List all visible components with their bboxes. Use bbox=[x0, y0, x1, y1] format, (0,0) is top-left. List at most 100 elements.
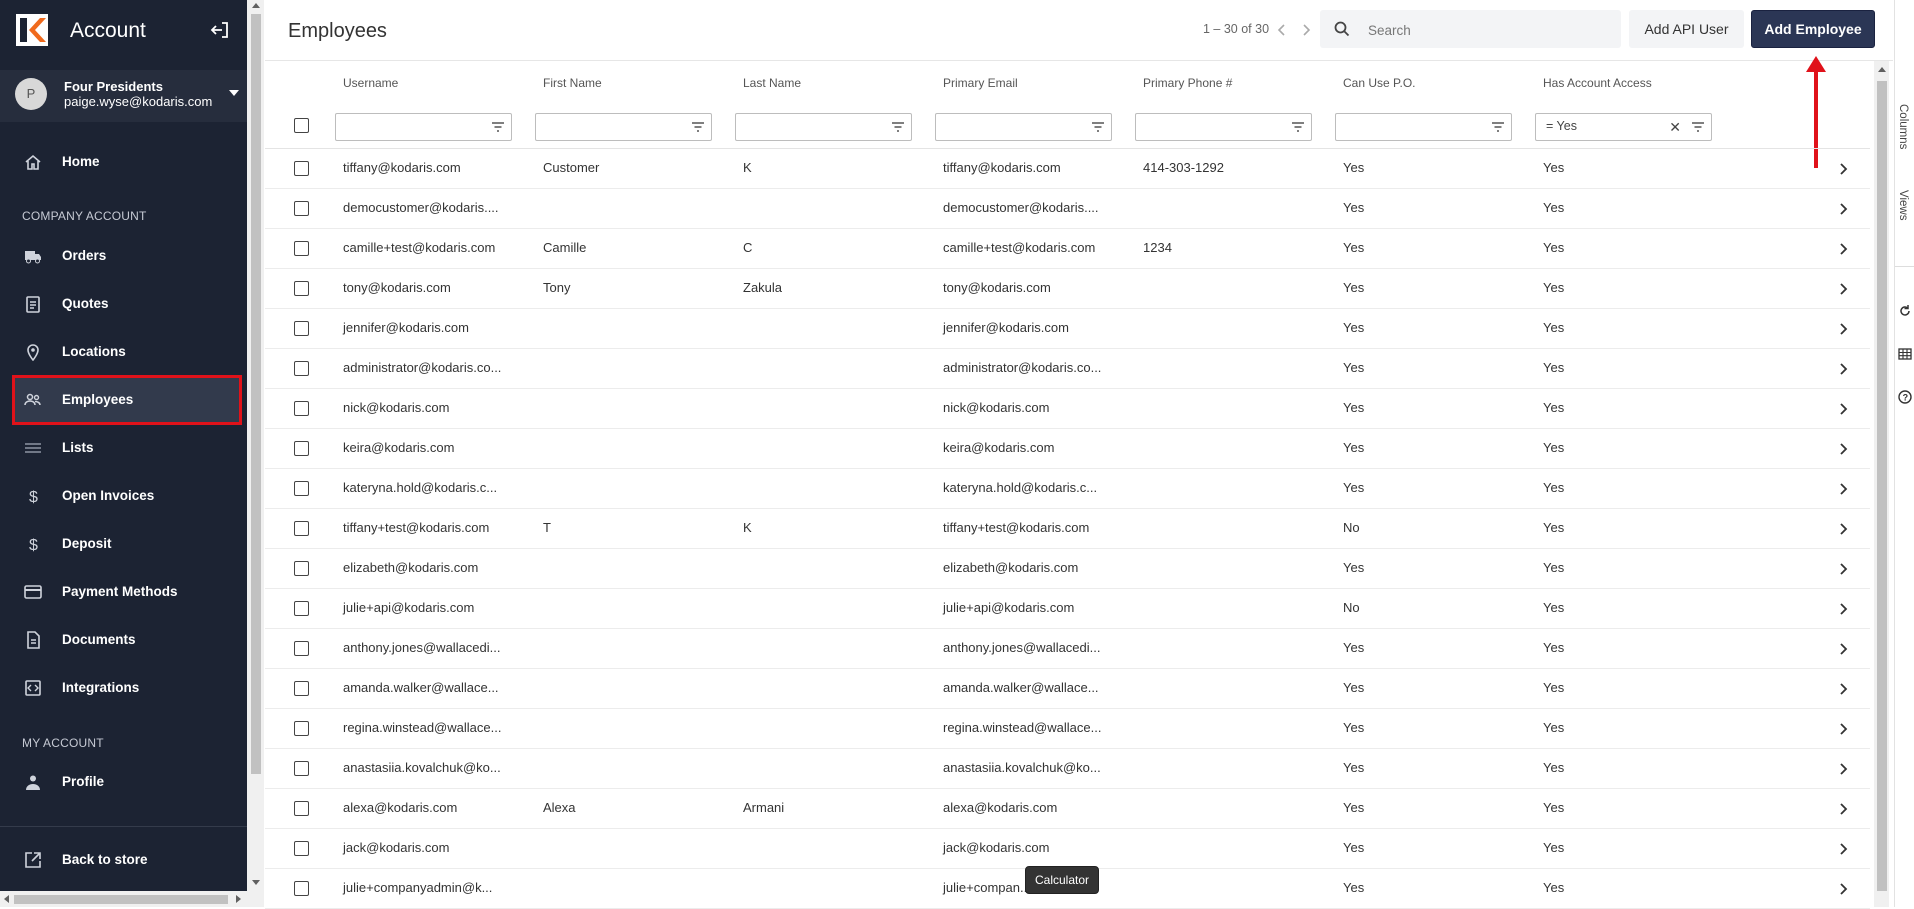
row-checkbox[interactable] bbox=[294, 161, 309, 176]
scroll-up-arrow-icon[interactable] bbox=[252, 3, 260, 8]
search-input[interactable] bbox=[1366, 18, 1610, 42]
scroll-down-arrow-icon[interactable] bbox=[252, 880, 260, 885]
chevron-right-icon[interactable] bbox=[1839, 442, 1849, 456]
filter-icon[interactable] bbox=[1691, 120, 1705, 134]
sidebar-item-locations[interactable]: Locations bbox=[14, 329, 240, 375]
chevron-right-icon[interactable] bbox=[1839, 682, 1849, 696]
scrollbar-thumb[interactable] bbox=[14, 895, 228, 904]
row-checkbox[interactable] bbox=[294, 281, 309, 296]
sidebar-horizontal-scrollbar[interactable] bbox=[0, 891, 247, 907]
row-checkbox[interactable] bbox=[294, 361, 309, 376]
column-header-username[interactable]: Username bbox=[343, 76, 398, 90]
column-header-can-use-po[interactable]: Can Use P.O. bbox=[1343, 76, 1415, 90]
clear-filter-icon[interactable]: ✕ bbox=[1669, 119, 1681, 136]
sidebar-vertical-scrollbar[interactable] bbox=[247, 0, 264, 907]
filter-primary-phone[interactable] bbox=[1135, 113, 1312, 141]
row-checkbox[interactable] bbox=[294, 721, 309, 736]
scroll-right-arrow-icon[interactable] bbox=[236, 895, 241, 903]
chevron-right-icon[interactable] bbox=[1839, 842, 1849, 856]
filter-has-account-access[interactable]: = Yes ✕ bbox=[1535, 113, 1712, 141]
sidebar-item-home[interactable]: Home bbox=[14, 139, 240, 185]
chevron-right-icon[interactable] bbox=[1839, 642, 1849, 656]
table-row[interactable]: tiffany+test@kodaris.com T Ktiffany+test@k… bbox=[265, 508, 1870, 549]
previous-page-icon[interactable] bbox=[1275, 22, 1289, 38]
column-header-primary-phone[interactable]: Primary Phone # bbox=[1143, 76, 1232, 90]
sidebar-item-employees[interactable]: Employees bbox=[12, 375, 242, 425]
filter-can-use-po[interactable] bbox=[1335, 113, 1512, 141]
search-box[interactable] bbox=[1320, 10, 1621, 48]
table-vertical-scrollbar[interactable] bbox=[1874, 61, 1889, 907]
column-header-first-name[interactable]: First Name bbox=[543, 76, 602, 90]
tab-views[interactable]: Views bbox=[1897, 190, 1909, 220]
table-row[interactable]: regina.winstead@wallace... regina.winstea… bbox=[265, 708, 1870, 749]
filter-icon[interactable] bbox=[491, 120, 505, 134]
filter-icon[interactable] bbox=[1291, 120, 1305, 134]
table-row[interactable]: nick@kodaris.com nick@kodaris.com Yes Yes bbox=[265, 388, 1870, 429]
chevron-right-icon[interactable] bbox=[1839, 722, 1849, 736]
table-row[interactable]: anthony.jones@wallacedi... anthony.jones@… bbox=[265, 628, 1870, 669]
refresh-icon[interactable] bbox=[1898, 304, 1912, 318]
table-row[interactable]: camille+test@kodaris.com Camille Ccamille+… bbox=[265, 228, 1870, 269]
filter-icon[interactable] bbox=[1091, 120, 1105, 134]
table-row[interactable]: julie+api@kodaris.com julie+api@kodaris.c… bbox=[265, 588, 1870, 629]
chevron-right-icon[interactable] bbox=[1839, 322, 1849, 336]
filter-icon[interactable] bbox=[691, 120, 705, 134]
add-employee-button[interactable]: Add Employee bbox=[1751, 10, 1875, 48]
add-api-user-button[interactable]: Add API User bbox=[1629, 10, 1744, 48]
filter-last-name[interactable] bbox=[735, 113, 912, 141]
row-checkbox[interactable] bbox=[294, 641, 309, 656]
column-header-primary-email[interactable]: Primary Email bbox=[943, 76, 1018, 90]
row-checkbox[interactable] bbox=[294, 801, 309, 816]
sidebar-item-orders[interactable]: Orders bbox=[14, 233, 240, 279]
chevron-right-icon[interactable] bbox=[1839, 362, 1849, 376]
sidebar-item-payment-methods[interactable]: Payment Methods bbox=[14, 569, 240, 615]
chevron-right-icon[interactable] bbox=[1839, 522, 1849, 536]
chevron-right-icon[interactable] bbox=[1839, 282, 1849, 296]
table-row[interactable]: tony@kodaris.com Tony Zakula tony@kodaris.c… bbox=[265, 268, 1870, 309]
scroll-left-arrow-icon[interactable] bbox=[4, 895, 9, 903]
filter-primary-email[interactable] bbox=[935, 113, 1112, 141]
chevron-right-icon[interactable] bbox=[1839, 482, 1849, 496]
scroll-up-arrow-icon[interactable] bbox=[1878, 67, 1886, 72]
sidebar-item-documents[interactable]: Documents bbox=[14, 617, 240, 663]
row-checkbox[interactable] bbox=[294, 481, 309, 496]
chevron-right-icon[interactable] bbox=[1839, 762, 1849, 776]
row-checkbox[interactable] bbox=[294, 601, 309, 616]
row-checkbox[interactable] bbox=[294, 321, 309, 336]
sidebar-item-deposit[interactable]: $ Deposit bbox=[14, 521, 240, 567]
chevron-right-icon[interactable] bbox=[1839, 602, 1849, 616]
table-row[interactable]: administrator@kodaris.co... administrator… bbox=[265, 348, 1870, 389]
row-checkbox[interactable] bbox=[294, 681, 309, 696]
chevron-right-icon[interactable] bbox=[1839, 162, 1849, 176]
table-row[interactable]: jack@kodaris.com jack@kodaris.com Yes Yes bbox=[265, 828, 1870, 869]
chevron-right-icon[interactable] bbox=[1839, 202, 1849, 216]
row-checkbox[interactable] bbox=[294, 401, 309, 416]
scrollbar-thumb[interactable] bbox=[251, 14, 261, 774]
table-row[interactable]: jennifer@kodaris.com jennifer@kodaris.com… bbox=[265, 308, 1870, 349]
sidebar-item-integrations[interactable]: Integrations bbox=[14, 665, 240, 711]
column-header-last-name[interactable]: Last Name bbox=[743, 76, 801, 90]
table-row[interactable]: elizabeth@kodaris.com elizabeth@kodaris.c… bbox=[265, 548, 1870, 589]
collapse-sidebar-icon[interactable] bbox=[208, 18, 232, 42]
chevron-right-icon[interactable] bbox=[1839, 882, 1849, 896]
column-header-has-account-access[interactable]: Has Account Access bbox=[1543, 76, 1652, 90]
table-row[interactable]: kateryna.hold@kodaris.c... kateryna.hold@… bbox=[265, 468, 1870, 509]
row-checkbox[interactable] bbox=[294, 521, 309, 536]
filter-icon[interactable] bbox=[1491, 120, 1505, 134]
filter-username[interactable] bbox=[335, 113, 512, 141]
filter-icon[interactable] bbox=[891, 120, 905, 134]
sidebar-item-lists[interactable]: Lists bbox=[14, 425, 240, 471]
table-row[interactable]: democustomer@kodaris.... democustomer@kod… bbox=[265, 188, 1870, 229]
row-checkbox[interactable] bbox=[294, 561, 309, 576]
table-row[interactable]: anastasiia.kovalchuk@ko... anastasiia.kov… bbox=[265, 748, 1870, 789]
tab-columns[interactable]: Columns bbox=[1897, 104, 1909, 149]
chevron-right-icon[interactable] bbox=[1839, 562, 1849, 576]
user-switcher[interactable]: P Four Presidents paige.wyse@kodaris.com bbox=[0, 70, 247, 122]
table-row[interactable]: keira@kodaris.com keira@kodaris.com Yes Yes bbox=[265, 428, 1870, 469]
grid-icon[interactable] bbox=[1898, 347, 1912, 361]
chevron-right-icon[interactable] bbox=[1839, 402, 1849, 416]
sidebar-item-profile[interactable]: Profile bbox=[14, 759, 240, 805]
table-row[interactable]: alexa@kodaris.com Alexa Armani alexa@kodari… bbox=[265, 788, 1870, 829]
table-row[interactable]: tiffany@kodaris.com Customer Ktiffany@koda… bbox=[265, 148, 1870, 189]
row-checkbox[interactable] bbox=[294, 241, 309, 256]
